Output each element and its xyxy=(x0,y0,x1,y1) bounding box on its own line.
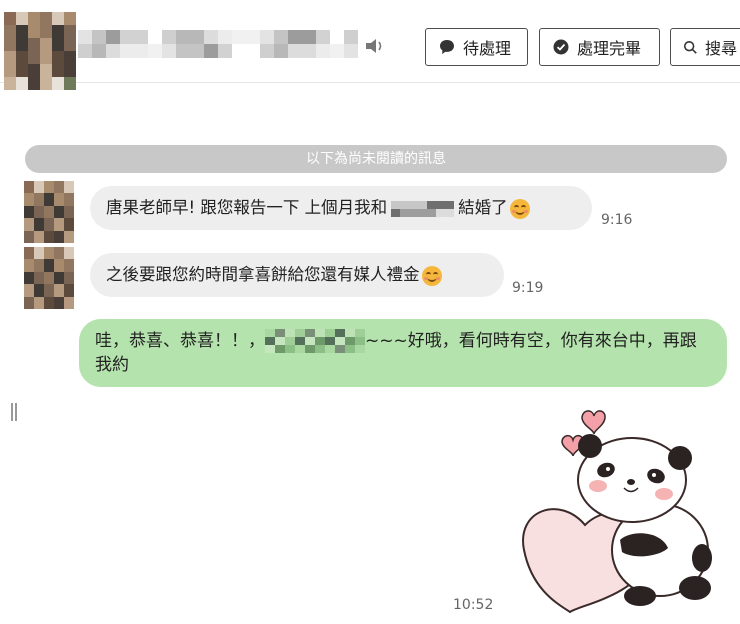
smiling-face-emoji-icon xyxy=(421,265,442,286)
smiling-face-emoji-icon xyxy=(509,198,530,219)
message-text: 之後要跟您約時間拿喜餅給您還有媒人禮金 xyxy=(106,265,420,284)
resize-handle[interactable] xyxy=(11,403,17,421)
check-badge-icon xyxy=(553,39,569,55)
search-button[interactable]: 搜尋 xyxy=(670,28,740,66)
message-text-end: 結婚了 xyxy=(458,198,508,217)
contact-name-redacted xyxy=(78,30,358,58)
unread-divider: 以下為尚未閱讀的訊息 xyxy=(25,145,727,173)
mute-speaker-icon[interactable] xyxy=(364,37,386,55)
message-timestamp: 10:52 xyxy=(453,597,494,613)
sender-avatar[interactable] xyxy=(24,247,74,309)
done-button[interactable]: 處理完畢 xyxy=(539,28,660,66)
message-bubble-incoming: 唐果老師早! 跟您報告一下 上個月我和 結婚了 xyxy=(90,186,592,230)
chat-bubble-icon xyxy=(440,40,454,54)
search-icon xyxy=(683,40,697,54)
pending-button[interactable]: 待處理 xyxy=(425,28,528,66)
message-text: 唐果老師早! 跟您報告一下 上個月我和 xyxy=(106,198,388,217)
message-bubble-outgoing: 哇，恭喜、恭喜！！， ~~~好哦，看何時有空，你有來台中，再跟我約 xyxy=(79,319,727,387)
search-button-label: 搜尋 xyxy=(704,41,737,58)
chat-header: 待處理 處理完畢 搜尋 xyxy=(0,0,740,90)
redacted-name xyxy=(391,200,455,217)
done-button-label: 處理完畢 xyxy=(577,41,642,58)
message-text: 哇，恭喜、恭喜！！， xyxy=(95,331,265,351)
pending-button-label: 待處理 xyxy=(463,41,512,58)
contact-avatar[interactable] xyxy=(4,12,76,90)
redacted-name xyxy=(265,329,365,353)
message-bubble-incoming: 之後要跟您約時間拿喜餅給您還有媒人禮金 xyxy=(90,253,504,297)
message-timestamp: 9:19 xyxy=(512,280,544,296)
panda-heart-sticker xyxy=(522,410,712,614)
message-timestamp: 9:16 xyxy=(601,212,633,228)
sender-avatar[interactable] xyxy=(24,181,74,243)
